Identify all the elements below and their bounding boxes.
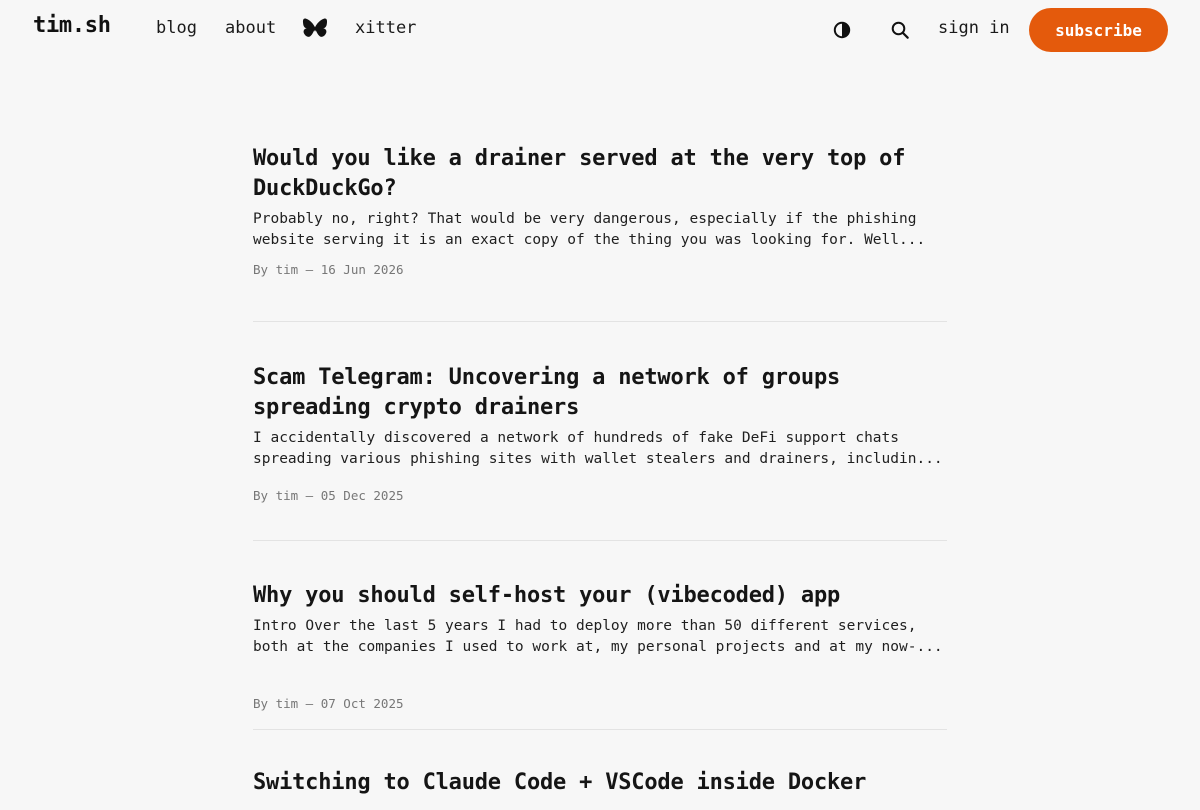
post-title: Would you like a drainer served at the v… xyxy=(253,146,906,201)
post-link[interactable]: Why you should self-host your (vibecoded… xyxy=(253,541,947,658)
search-button[interactable] xyxy=(890,20,910,40)
post-list: Would you like a drainer served at the v… xyxy=(253,142,947,810)
site-logo[interactable]: tim.sh xyxy=(33,13,111,38)
post-excerpt-line: I accidentally discovered a network of h… xyxy=(253,430,900,446)
post-card: Would you like a drainer served at the v… xyxy=(253,142,947,322)
search-icon xyxy=(891,21,909,39)
post-excerpt-line: Probably no, right? That would be very d… xyxy=(253,211,917,227)
post-excerpt-line: Intro Over the last 5 years I had to dep… xyxy=(253,618,917,634)
post-link[interactable]: Switching to Claude Code + VSCode inside… xyxy=(253,730,947,798)
post-link[interactable]: Scam Telegram: Uncovering a network of g… xyxy=(253,322,947,470)
post-card: Why you should self-host your (vibecoded… xyxy=(253,541,947,730)
site-header: tim.sh blog about xitter sign in subscri… xyxy=(0,0,1200,60)
post-meta: By tim — 16 Jun 2026 xyxy=(253,262,404,277)
nav-link-blog[interactable]: blog xyxy=(156,18,197,38)
post-link[interactable]: Would you like a drainer served at the v… xyxy=(253,142,947,251)
post-excerpt: Intro Over the last 5 years I had to dep… xyxy=(253,616,947,658)
contrast-icon xyxy=(833,21,851,39)
post-card: Scam Telegram: Uncovering a network of g… xyxy=(253,322,947,541)
post-title: Switching to Claude Code + VSCode inside… xyxy=(253,770,867,795)
post-excerpt-line: both at the companies I used to work at,… xyxy=(253,639,943,655)
post-title: Scam Telegram: Uncovering a network of g… xyxy=(253,365,841,420)
post-title: Why you should self-host your (vibecoded… xyxy=(253,583,841,608)
post-card: Switching to Claude Code + VSCode inside… xyxy=(253,730,947,810)
subscribe-button[interactable]: subscribe xyxy=(1029,8,1168,52)
nav-link-about[interactable]: about xyxy=(225,18,276,38)
post-excerpt-line: spreading various phishing sites with wa… xyxy=(253,451,943,467)
post-excerpt-line: website serving it is an exact copy of t… xyxy=(253,232,926,248)
post-excerpt: Probably no, right? That would be very d… xyxy=(253,209,947,251)
sign-in-link[interactable]: sign in xyxy=(938,18,1010,38)
nav-link-xitter[interactable]: xitter xyxy=(355,18,416,38)
post-meta: By tim — 07 Oct 2025 xyxy=(253,696,404,711)
post-meta: By tim — 05 Dec 2025 xyxy=(253,488,404,503)
butterfly-icon xyxy=(302,18,328,37)
nav-link-bluesky[interactable] xyxy=(302,17,328,41)
theme-toggle-button[interactable] xyxy=(832,20,852,40)
post-excerpt: I accidentally discovered a network of h… xyxy=(253,428,947,470)
